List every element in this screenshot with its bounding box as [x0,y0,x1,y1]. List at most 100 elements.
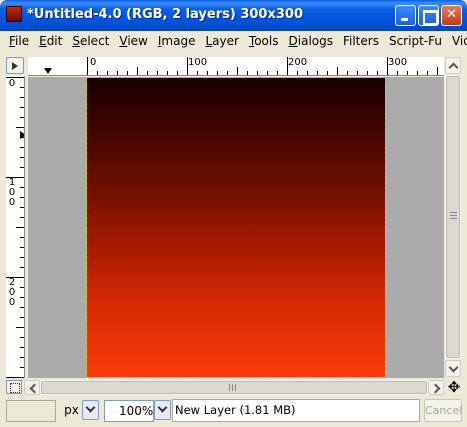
ruler-tick [317,71,318,75]
ruler-tick [237,67,238,75]
ruler-tick [277,71,278,75]
window-title: *Untitled-4.0 (RGB, 2 layers) 300x300 [27,7,303,22]
ruler-tick [20,357,24,358]
image-menu-button[interactable] [6,57,24,74]
ruler-tick [6,77,24,78]
ruler-tick [187,57,188,75]
menu-image[interactable]: Image [153,31,201,52]
ruler-tick [287,57,288,75]
image-canvas[interactable] [86,77,386,378]
ruler-tick [20,147,24,148]
ruler-tick [167,71,168,75]
ruler-tick [307,71,308,75]
menu-dialogs[interactable]: Dialogs [284,31,338,52]
ruler-tick [20,207,24,208]
ruler-tick [107,71,108,75]
pointer-marker-icon [44,68,52,74]
cancel-button[interactable]: Cancel [424,399,462,422]
ruler-tick [247,71,248,75]
ruler-tick [207,71,208,75]
scroll-right-button[interactable] [428,380,444,395]
ruler-tick [357,71,358,75]
ruler-tick [6,277,24,278]
ruler-tick [367,71,368,75]
unit-dropdown-button[interactable] [82,400,99,420]
ruler-tick [20,157,24,158]
ruler-tick [20,317,24,318]
maximize-icon [419,6,438,25]
ruler-tick [147,71,148,75]
layer-info-label: New Layer (1.81 MB) [172,399,420,422]
ruler-tick [20,167,24,168]
ruler-tick [16,127,24,128]
minimize-button[interactable] [395,5,416,26]
ruler-tick [20,297,24,298]
ruler-tick [327,71,328,75]
close-button[interactable]: ✕ [441,5,462,26]
menu-tools[interactable]: Tools [244,31,284,52]
ruler-tick [297,71,298,75]
ruler-tick [16,327,24,328]
ruler-tick [6,377,24,378]
ruler-tick [20,247,24,248]
grip-icon [229,384,238,391]
close-icon: ✕ [446,7,457,22]
ruler-tick [117,71,118,75]
ruler-tick [20,197,24,198]
ruler-tick [177,71,178,75]
ruler-tick [20,107,24,108]
ruler-tick [417,71,418,75]
ruler-tick [20,307,24,308]
gimp-image-icon[interactable] [6,6,22,22]
menu-select[interactable]: Select [67,31,114,52]
ruler-tick [157,71,158,75]
minimize-icon [396,6,415,25]
ruler-tick [267,71,268,75]
menu-video[interactable]: Video [447,31,467,52]
status-bar: px 100% New Layer (1.81 MB) Cancel [4,398,463,424]
quick-mask-toggle[interactable] [6,380,22,394]
ruler-tick [20,97,24,98]
ruler-tick [20,367,24,368]
menu-file[interactable]: File [4,31,34,52]
ruler-tick [377,71,378,75]
ruler-label: 100 [8,177,16,208]
ruler-tick [257,71,258,75]
scroll-left-button[interactable] [24,380,40,395]
ruler-tick [197,71,198,75]
menu-filters[interactable]: Filters [338,31,384,52]
title-bar: *Untitled-4.0 (RGB, 2 layers) 300x300 ✕ [0,0,467,31]
maximize-button[interactable] [418,5,439,26]
ruler-label: 300 [388,57,408,68]
ruler-tick [127,71,128,75]
ruler-tick [87,57,88,75]
ruler-tick [347,71,348,75]
ruler-tick [20,267,24,268]
ruler-tick [16,227,24,228]
ruler-tick [20,217,24,218]
horizontal-ruler[interactable]: 0 100 200 300 [28,57,444,76]
menu-script-fu[interactable]: Script-Fu [384,31,447,52]
navigate-icon[interactable]: ✥ [446,379,462,395]
ruler-tick [20,347,24,348]
zoom-dropdown-button[interactable] [154,400,171,420]
menu-edit[interactable]: Edit [34,31,67,52]
ruler-tick [20,237,24,238]
ruler-tick [20,287,24,288]
ruler-tick [337,67,338,75]
ruler-tick [6,177,24,178]
zoom-input[interactable]: 100% [104,400,154,422]
ruler-tick [437,67,438,75]
scroll-down-button[interactable] [445,360,461,377]
pointer-coordinates [6,400,56,422]
ruler-tick [20,117,24,118]
ruler-tick [20,257,24,258]
menubar: File Edit Select View Image Layer Tools … [4,31,467,52]
unit-value: px [64,403,79,417]
ruler-label: 0 [8,78,16,89]
ruler-tick [20,87,24,88]
menu-view[interactable]: View [114,31,152,52]
menu-layer[interactable]: Layer [200,31,243,52]
scroll-up-button[interactable] [445,57,461,74]
vertical-ruler[interactable]: 0 100 200 [6,76,25,378]
